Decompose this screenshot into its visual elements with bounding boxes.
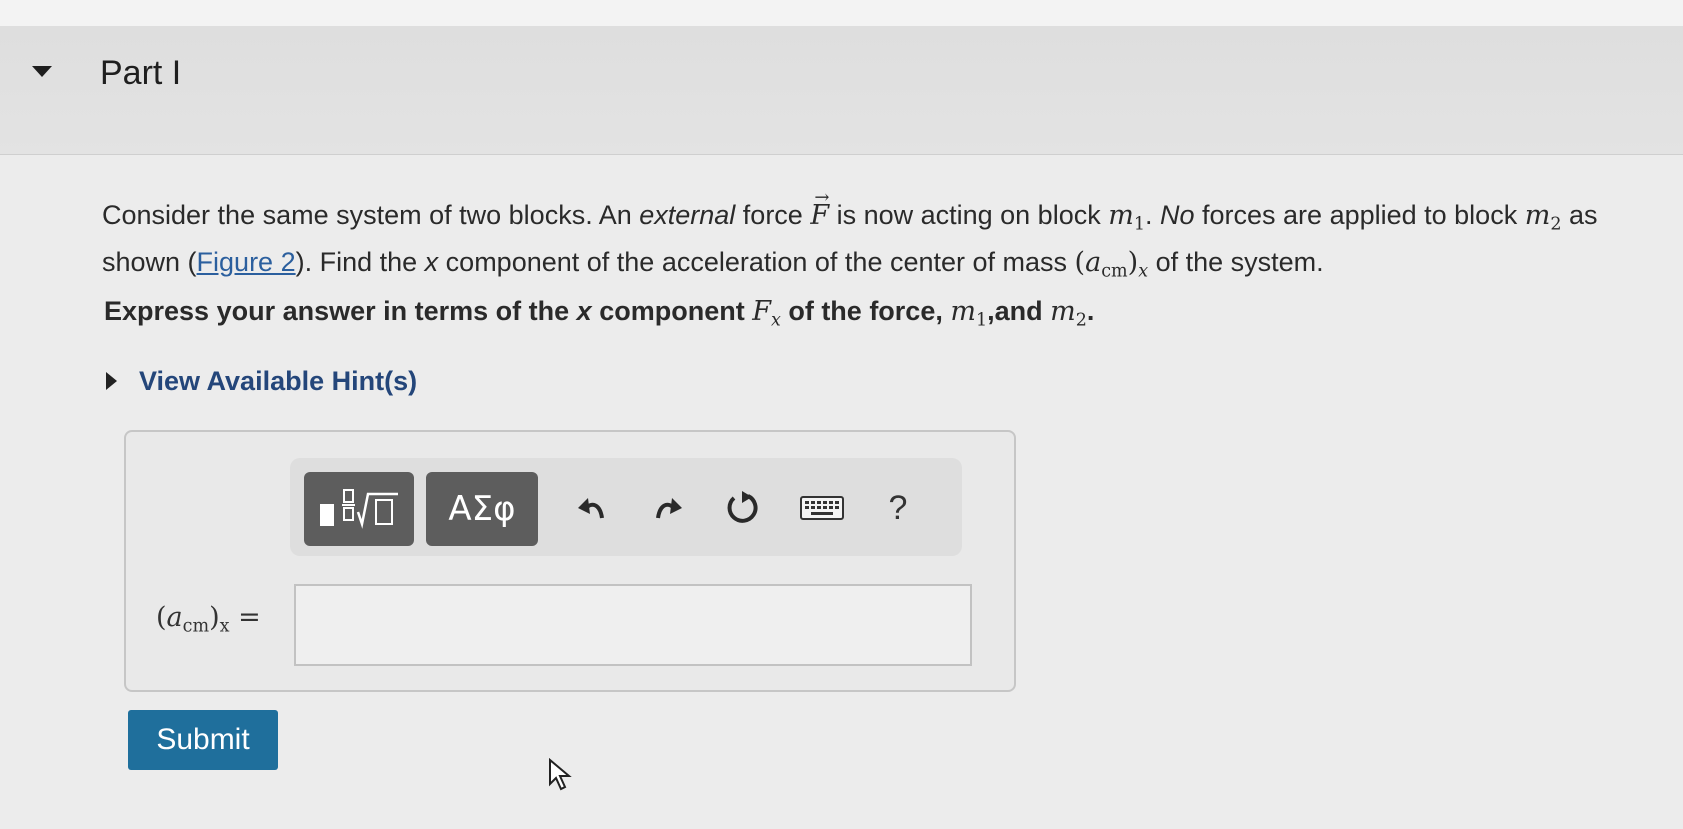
question-text: Consider the same system of two blocks. …: [102, 179, 1662, 291]
fx-symbol: Fx: [752, 296, 781, 331]
answer-panel: ΑΣφ ? (acm)x =: [124, 430, 1016, 692]
force-vector-symbol: F: [810, 179, 829, 235]
m1-symbol: m1: [950, 296, 988, 331]
answer-label: (acm)x =: [156, 602, 261, 637]
m2-symbol: m2: [1050, 296, 1087, 331]
acm-symbol: (acm)x: [1074, 247, 1149, 282]
undo-icon[interactable]: [568, 484, 616, 532]
greek-symbols-button[interactable]: ΑΣφ: [426, 472, 538, 546]
view-hints-label: View Available Hint(s): [139, 366, 418, 396]
top-strip: [0, 0, 1683, 26]
expand-caret-icon: [106, 372, 117, 390]
templates-button[interactable]: [304, 472, 414, 546]
submit-button[interactable]: Submit: [128, 710, 278, 770]
express-instruction: Express your answer in terms of the x co…: [104, 296, 1095, 331]
part-header[interactable]: [0, 26, 1683, 155]
mouse-cursor-icon: [549, 758, 572, 791]
math-toolbar: ΑΣφ ?: [290, 458, 962, 556]
m1-symbol: m1: [1108, 200, 1145, 235]
answer-input[interactable]: [294, 584, 972, 666]
redo-icon[interactable]: [644, 484, 692, 532]
view-hints-toggle[interactable]: View Available Hint(s): [106, 366, 417, 397]
figure-2-link[interactable]: Figure 2: [197, 247, 296, 277]
m2-symbol: m2: [1524, 200, 1562, 235]
reset-icon[interactable]: [718, 484, 766, 532]
help-button[interactable]: ?: [874, 484, 922, 532]
templates-icon: [320, 489, 398, 529]
part-title: Part I: [100, 54, 182, 92]
keyboard-icon[interactable]: [798, 484, 846, 532]
collapse-caret-icon[interactable]: [32, 66, 52, 77]
